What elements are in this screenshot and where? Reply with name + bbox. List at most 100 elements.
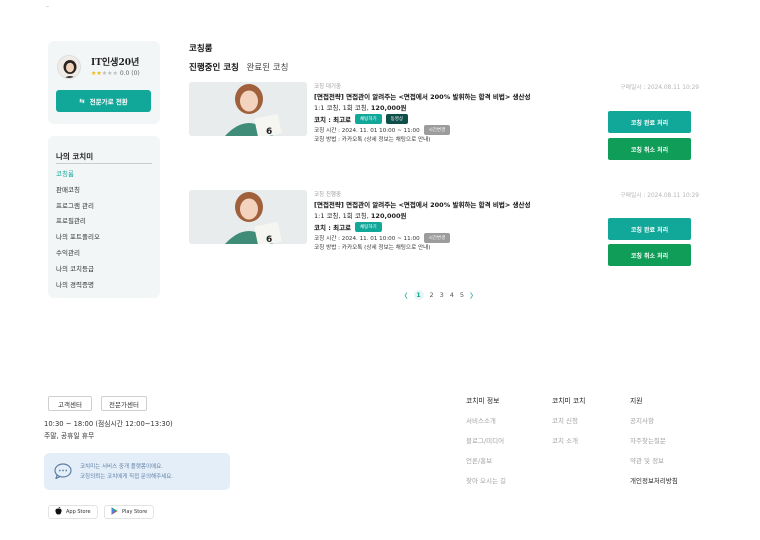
customer-center-button[interactable]: 고객센터 [48,396,92,411]
menu-list: 코칭룸 판매코칭 프로그램 관리 프로필관리 나의 포트폴리오 수익관리 나의 … [56,168,100,294]
holiday-notice: 주말, 공휴일 휴무 [44,432,95,440]
footer-link-blog[interactable]: 블로그/미디어 [466,435,506,455]
chat-button[interactable]: 채팅하기 [355,221,382,232]
notice-text: 코치미는 서비스 중개 플랫폼이에요. 코칭의뢰는 코치에게 직접 문의해주세요… [80,462,173,482]
footer-column-head: 코치미 정보 [466,397,500,405]
menu-divider [56,163,152,164]
course-type: 1:1 코칭, 1회 코칭, [314,104,371,112]
expert-center-button[interactable]: 전문가센터 [101,396,147,411]
page-5[interactable]: 5 [460,291,464,299]
coach-thumbnail[interactable]: 6 [189,82,307,136]
footer-column-head: 지원 [630,397,643,405]
sidebar-item-portfolio[interactable]: 나의 포트폴리오 [56,231,100,247]
sidebar-item-coach-grade[interactable]: 나의 코치등급 [56,263,100,279]
course-title[interactable]: [면접전략] 면접관이 알려주는 <면접에서 200% 발휘하는 합격 비법> … [314,91,584,102]
change-time-button[interactable]: 시간변경 [423,124,451,135]
sidebar-item-sales-coaching[interactable]: 판매코칭 [56,184,100,200]
notice-line-1: 코치미는 서비스 중개 플랫폼이에요. [80,464,163,470]
cancel-coaching-button[interactable]: 코칭 취소 처리 [608,138,691,160]
coaching-time: 코칭 시간 : 2024. 11. 01 10:00 ~ 11:00 시간변경 [314,124,584,135]
course-title[interactable]: [면접전략] 면접관이 알려주는 <면접에서 200% 발휘하는 합격 비법> … [314,199,584,210]
course-type: 1:1 코칭, 1회 코칭, [314,212,371,220]
rating: ★★★★★ 0.0 (0) [91,70,140,77]
sidebar-item-profile-manage[interactable]: 프로필관리 [56,215,100,231]
page-3[interactable]: 3 [440,291,444,299]
star-filled-icon: ★★ [91,70,102,77]
apple-icon [55,506,62,517]
page-1[interactable]: 1 [413,290,424,300]
sidebar-menu: 나의 코치미 코칭룸 판매코칭 프로그램 관리 프로필관리 나의 포트폴리오 수… [48,136,160,298]
purchase-date: 구매일시 : 2024.08.11 10:29 [620,193,699,199]
coaching-time-text: 코칭 시간 : 2024. 11. 01 10:00 ~ 11:00 [314,127,420,134]
book-number: 6 [266,127,272,136]
coach-line: 코치 : 최고로 채팅하기 [314,220,584,233]
rating-text: 0.0 (0) [119,70,140,77]
footer-link-press[interactable]: 언론/홍보 [466,455,506,475]
chat-bubble-icon [54,463,72,481]
profile-card: IT인생20년 ★★★★★ 0.0 (0) ⇆ 전문가로 전환 [48,41,160,124]
sidebar-item-career-cert[interactable]: 나의 경력증명 [56,279,100,295]
switch-to-expert-label: 전문가로 전환 [89,98,128,106]
coach-name: 최고로 [333,223,352,232]
course-price: 120,000원 [370,104,407,112]
app-store-button[interactable]: App Store [48,505,98,519]
page-title: 코칭룸 [189,44,213,54]
notice-box: 코치미는 서비스 중개 플랫폼이에요. 코칭의뢰는 코치에게 직접 문의해주세요… [44,453,230,490]
course-card: 6 코칭 진행중 [면접전략] 면접관이 알려주는 <면접에서 200% 발휘하… [189,190,699,275]
coaching-time: 코칭 시간 : 2024. 11. 01 10:00 ~ 11:00 시간변경 [314,232,584,243]
footer-link-directions[interactable]: 찾아 오시는 길 [466,475,506,495]
footer-link-faq[interactable]: 자주찾는질문 [630,435,678,455]
complete-coaching-button[interactable]: 코칭 완료 처리 [608,111,691,133]
coaching-time-text: 코칭 시간 : 2024. 11. 01 10:00 ~ 11:00 [314,235,420,242]
purchase-date: 구매일시 : 2024.08.11 10:29 [620,85,699,91]
chat-button[interactable]: 채팅하기 [355,113,382,124]
switch-to-expert-button[interactable]: ⇆ 전문가로 전환 [56,90,151,112]
swap-arrows-icon: ⇆ [79,97,85,105]
coach-name: 최고로 [333,115,352,124]
cancel-coaching-button[interactable]: 코칭 취소 처리 [608,244,691,266]
course-info: 코칭 진행중 [면접전략] 면접관이 알려주는 <면접에서 200% 발휘하는 … [314,190,584,251]
page-2[interactable]: 2 [430,291,434,299]
coach-line: 코치 : 최고로 채팅하기 동영상 [314,112,584,125]
notice-line-2: 코칭의뢰는 코치에게 직접 문의해주세요. [80,474,174,480]
prev-page-icon[interactable]: 〈 [401,290,408,300]
course-price: 120,000원 [370,212,407,220]
footer-column-head: 코치미 코치 [552,397,586,405]
footer-link-coach-apply[interactable]: 코치 신청 [552,415,585,435]
page-4[interactable]: 4 [450,291,454,299]
course-status: 코칭 진행중 [314,192,342,198]
sidebar-item-revenue[interactable]: 수익관리 [56,247,100,263]
play-store-button[interactable]: Play Store [104,505,155,519]
course-summary: 1:1 코칭, 1회 코칭, 120,000원 [314,102,584,112]
coaching-method: 코칭 방법 : 카카오톡 (상세 정보는 채팅으로 안내) [314,244,431,251]
footer-link-privacy[interactable]: 개인정보처리방침 [630,475,678,495]
footer-link-terms[interactable]: 약관 및 정보 [630,455,678,475]
change-time-button[interactable]: 시간변경 [423,232,451,243]
pagination: 〈 1 2 3 4 5 〉 [401,290,477,300]
next-page-icon[interactable]: 〉 [470,290,477,300]
course-status: 코칭 대기중 [314,84,342,90]
tab-completed[interactable]: 완료된 코칭 [247,63,289,73]
course-summary: 1:1 코칭, 1회 코칭, 120,000원 [314,210,584,220]
profile-name: IT인생20년 [91,58,140,68]
sidebar-item-program-manage[interactable]: 프로그램 관리 [56,200,100,216]
footer-column-coachme-info: 코치미 정보 서비스소개 블로그/미디어 언론/홍보 찾아 오시는 길 [466,395,506,495]
service-hours: 10:30 ~ 18:00 (점심시간 12:00~13:30) [44,420,173,428]
video-button[interactable]: 동영상 [385,113,409,124]
coaching-method: 코칭 방법 : 카카오톡 (상세 정보는 채팅으로 안내) [314,136,431,143]
menu-title: 나의 코치미 [56,152,94,161]
footer-link-service-intro[interactable]: 서비스소개 [466,415,506,435]
tab-in-progress[interactable]: 진행중인 코칭 [189,63,239,73]
footer-column-coachme-coach: 코치미 코치 코치 신청 코치 소개 [552,395,585,455]
sidebar-item-coaching-room[interactable]: 코칭룸 [56,168,100,184]
course-card: 6 코칭 대기중 [면접전략] 면접관이 알려주는 <면접에서 200% 발휘하… [189,82,699,167]
coaching-tabs: 진행중인 코칭 완료된 코칭 [189,61,288,73]
footer-link-notice[interactable]: 공지사항 [630,415,678,435]
coach-label: 코치 : [314,223,334,232]
complete-coaching-button[interactable]: 코칭 완료 처리 [608,218,691,240]
coach-thumbnail[interactable]: 6 [189,190,307,244]
coach-label: 코치 : [314,115,334,124]
footer-column-support: 지원 공지사항 자주찾는질문 약관 및 정보 개인정보처리방침 [630,395,678,495]
footer-link-coach-intro[interactable]: 코치 소개 [552,435,585,455]
avatar[interactable] [57,55,81,79]
